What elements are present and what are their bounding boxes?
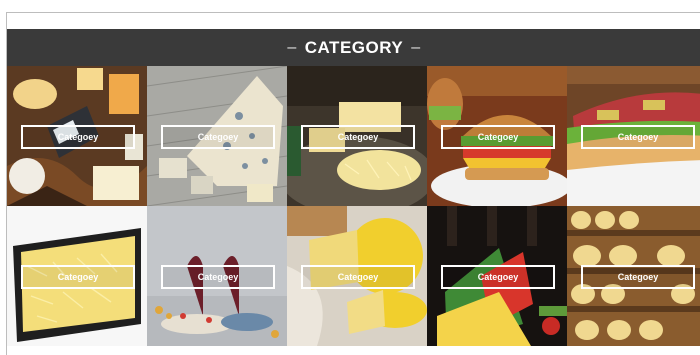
category-tile-cheese-board[interactable]: Categoey xyxy=(7,66,147,206)
header-title: CATEGORY xyxy=(304,38,404,57)
tile-label: Categoey xyxy=(581,265,695,289)
tile-label: Categoey xyxy=(441,265,555,289)
category-tile-cheeseburger[interactable]: Categoey xyxy=(427,66,567,206)
tile-label: Categoey xyxy=(161,265,275,289)
category-tile-cheese-wheel[interactable]: Categoey xyxy=(287,206,427,346)
header-dash-left: – xyxy=(287,39,297,56)
category-widget: – CATEGORY – Categoey Categoey Categoey … xyxy=(6,12,700,355)
tile-label: Categoey xyxy=(581,125,695,149)
header-dash-right: – xyxy=(411,39,421,56)
tile-label: Categoey xyxy=(301,265,415,289)
category-tile-blue-cheese[interactable]: Categoey xyxy=(147,66,287,206)
category-tile-wine-snacks[interactable]: Categoey xyxy=(147,206,287,346)
category-tile-cheese-shelves[interactable]: Categoey xyxy=(567,206,700,346)
tile-label: Categoey xyxy=(21,265,135,289)
category-grid: Categoey Categoey Categoey Categoey Cate… xyxy=(7,66,700,355)
tile-label: Categoey xyxy=(301,125,415,149)
category-tile-grated-cheese[interactable]: Categoey xyxy=(287,66,427,206)
category-tile-ham-sandwich[interactable]: Categoey xyxy=(567,66,700,206)
category-tile-cheese-wedges[interactable]: Categoey xyxy=(427,206,567,346)
tile-label: Categoey xyxy=(161,125,275,149)
category-tile-shredded-cheese[interactable]: Categoey xyxy=(7,206,147,346)
category-header: – CATEGORY – xyxy=(7,29,700,67)
tile-label: Categoey xyxy=(441,125,555,149)
tile-label: Categoey xyxy=(21,125,135,149)
